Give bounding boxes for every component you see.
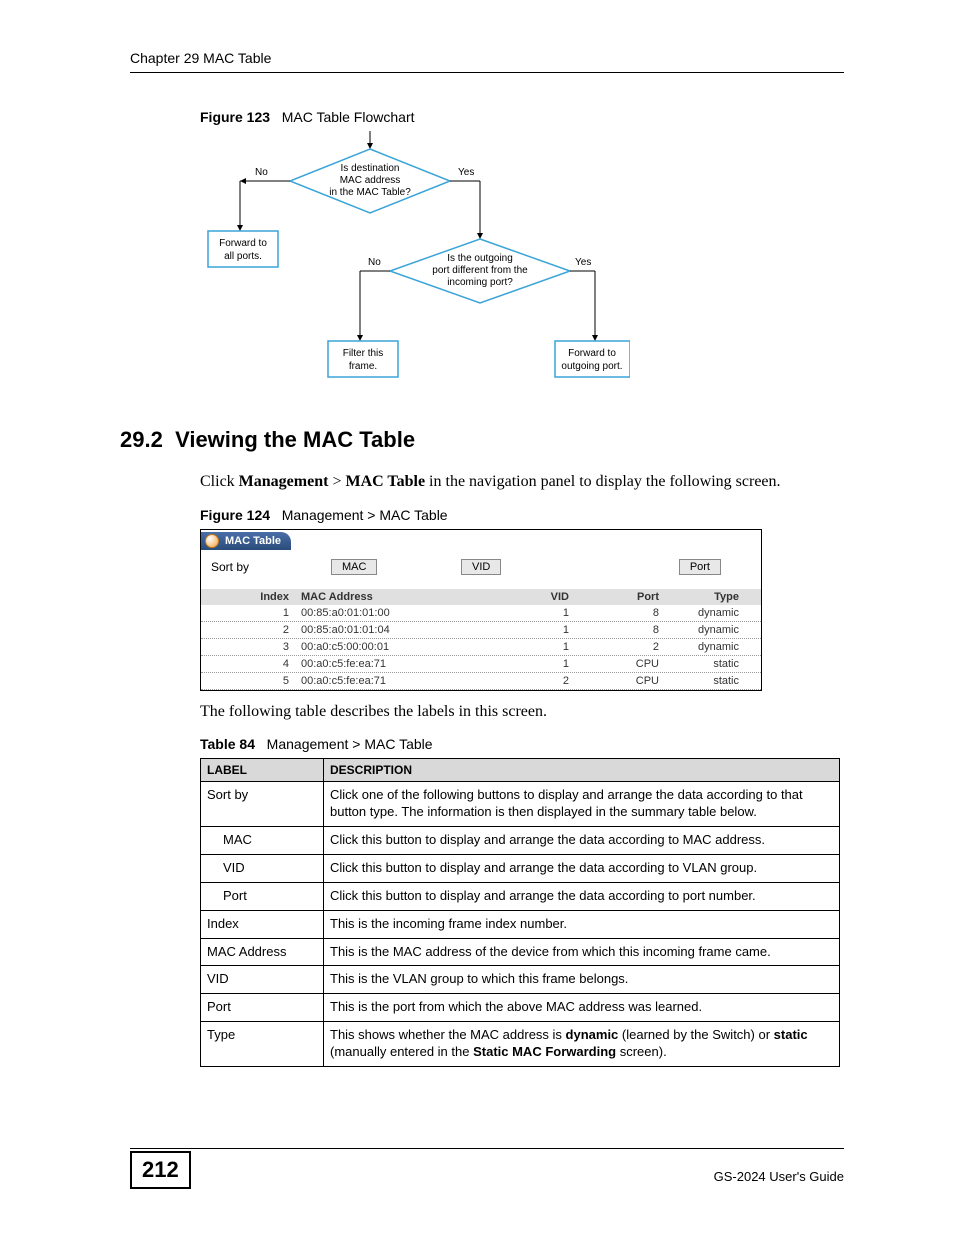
svg-text:all ports.: all ports. [224,251,262,262]
svg-text:MAC address: MAC address [340,175,401,186]
desc-row: IndexThis is the incoming frame index nu… [201,910,840,938]
table-84-label: Table 84 [200,736,255,752]
figure-123-label: Figure 123 [200,109,270,125]
svg-text:Yes: Yes [458,167,474,178]
figure-123-title: MAC Table Flowchart [282,109,415,125]
sort-mac-button[interactable]: MAC [331,559,377,575]
chapter-header: Chapter 29 MAC Table [130,50,844,73]
figure-124-label: Figure 124 [200,507,270,523]
svg-text:Forward to: Forward to [219,238,267,249]
desc-row: Sort byClick one of the following button… [201,782,840,827]
desc-row: PortClick this button to display and arr… [201,882,840,910]
svg-text:Yes: Yes [575,257,591,268]
section-intro: Click Management > MAC Table in the navi… [200,471,844,493]
section-heading: 29.2 Viewing the MAC Table [120,427,844,453]
table-84-title: Management > MAC Table [267,736,433,752]
tab-dot-icon [205,534,219,548]
svg-text:Filter this: Filter this [343,348,384,359]
mac-table-row: 300:a0:c5:00:00:0112dynamic [201,639,761,656]
svg-text:No: No [255,167,268,178]
desc-row: VIDClick this button to display and arra… [201,854,840,882]
section-number: 29.2 [120,427,163,452]
flowchart-diagram: Is destination MAC address in the MAC Ta… [200,131,630,391]
desc-row: PortThis is the port from which the abov… [201,994,840,1022]
sort-vid-button[interactable]: VID [461,559,501,575]
mac-table-row: 100:85:a0:01:01:0018dynamic [201,605,761,622]
sort-row: Sort by MAC VID Port [201,551,761,589]
th-label: LABEL [201,759,324,782]
post-figure-text: The following table describes the labels… [200,701,844,723]
mac-table-row: 200:85:a0:01:01:0418dynamic [201,622,761,639]
mac-table-header: Index MAC Address VID Port Type [201,589,761,605]
desc-row: TypeThis shows whether the MAC address i… [201,1022,840,1067]
figure-124-caption: Figure 124 Management > MAC Table [200,507,844,523]
svg-text:frame.: frame. [349,361,377,372]
mac-table-row: 400:a0:c5:fe:ea:711CPUstatic [201,656,761,673]
figure-124-title: Management > MAC Table [282,507,448,523]
svg-text:outgoing port.: outgoing port. [561,361,622,372]
guide-name: GS-2024 User's Guide [714,1169,844,1184]
desc-row: MAC AddressThis is the MAC address of th… [201,938,840,966]
page-number: 212 [130,1151,191,1189]
svg-text:incoming port?: incoming port? [447,277,513,288]
page-footer: 212 GS-2024 User's Guide [130,1148,844,1195]
svg-text:in the MAC Table?: in the MAC Table? [329,187,411,198]
mac-table-screenshot: MAC Table Sort by MAC VID Port Index MAC… [200,529,762,691]
svg-text:Is destination: Is destination [341,163,400,174]
svg-text:port different from the: port different from the [432,265,528,276]
mac-table-row: 500:a0:c5:fe:ea:712CPUstatic [201,673,761,690]
sort-port-button[interactable]: Port [679,559,721,575]
sortby-label: Sort by [211,560,331,574]
svg-text:No: No [368,257,381,268]
svg-text:Is the outgoing: Is the outgoing [447,253,513,264]
table-84-caption: Table 84 Management > MAC Table [200,736,844,752]
svg-text:Forward to: Forward to [568,348,616,359]
desc-row: VIDThis is the VLAN group to which this … [201,966,840,994]
figure-123-caption: Figure 123 MAC Table Flowchart [200,109,844,125]
desc-row: MACClick this button to display and arra… [201,826,840,854]
section-title: Viewing the MAC Table [175,427,415,452]
description-table: LABEL DESCRIPTION Sort byClick one of th… [200,758,840,1067]
th-description: DESCRIPTION [324,759,840,782]
mac-table-tab: MAC Table [201,532,291,550]
